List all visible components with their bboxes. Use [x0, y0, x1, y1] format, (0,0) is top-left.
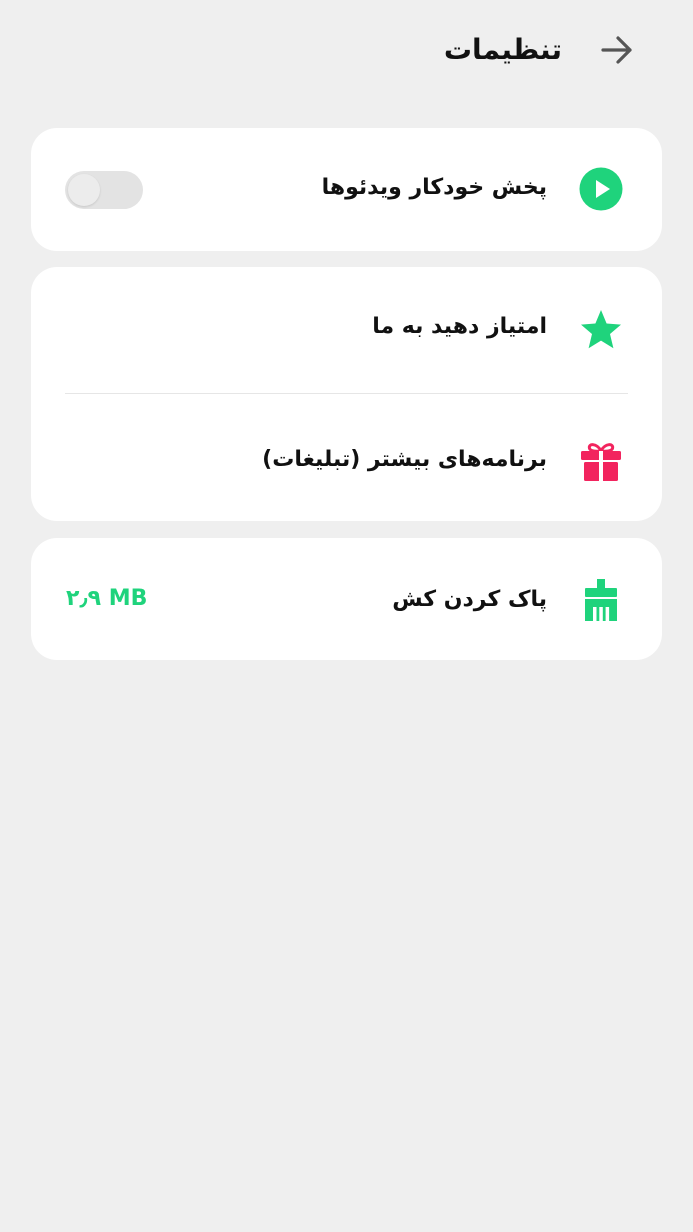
- clear-cache-row[interactable]: پاک کردن کش ۲٫۹ MB: [31, 538, 662, 661]
- back-button[interactable]: [597, 30, 637, 70]
- rate-us-row[interactable]: امتیاز دهید به ما: [31, 267, 662, 390]
- toggle-knob: [68, 174, 100, 206]
- clear-cache-label: پاک کردن کش: [392, 587, 547, 612]
- gift-icon: [578, 438, 624, 484]
- cache-size-value: ۲٫۹ MB: [66, 586, 148, 611]
- cache-card: پاک کردن کش ۲٫۹ MB: [31, 538, 662, 660]
- autoplay-toggle[interactable]: [65, 171, 143, 209]
- autoplay-card: پخش خودکار ویدئوها: [31, 128, 662, 251]
- autoplay-row[interactable]: پخش خودکار ویدئوها: [31, 128, 662, 251]
- page-title: تنظیمات: [443, 33, 562, 66]
- rate-us-label: امتیاز دهید به ما: [372, 314, 547, 339]
- star-icon: [578, 307, 624, 353]
- broom-icon: [578, 577, 624, 623]
- header: تنظیمات: [0, 0, 693, 100]
- more-apps-row[interactable]: برنامه‌های بیشتر (تبلیغات): [31, 398, 662, 521]
- more-apps-label: برنامه‌های بیشتر (تبلیغات): [262, 447, 547, 472]
- links-card: امتیاز دهید به ما برنامه‌های بیشتر (تبلی…: [31, 267, 662, 521]
- arrow-right-icon: [601, 36, 632, 64]
- play-circle-icon: [578, 166, 624, 212]
- autoplay-label: پخش خودکار ویدئوها: [321, 175, 547, 200]
- divider: [65, 393, 628, 394]
